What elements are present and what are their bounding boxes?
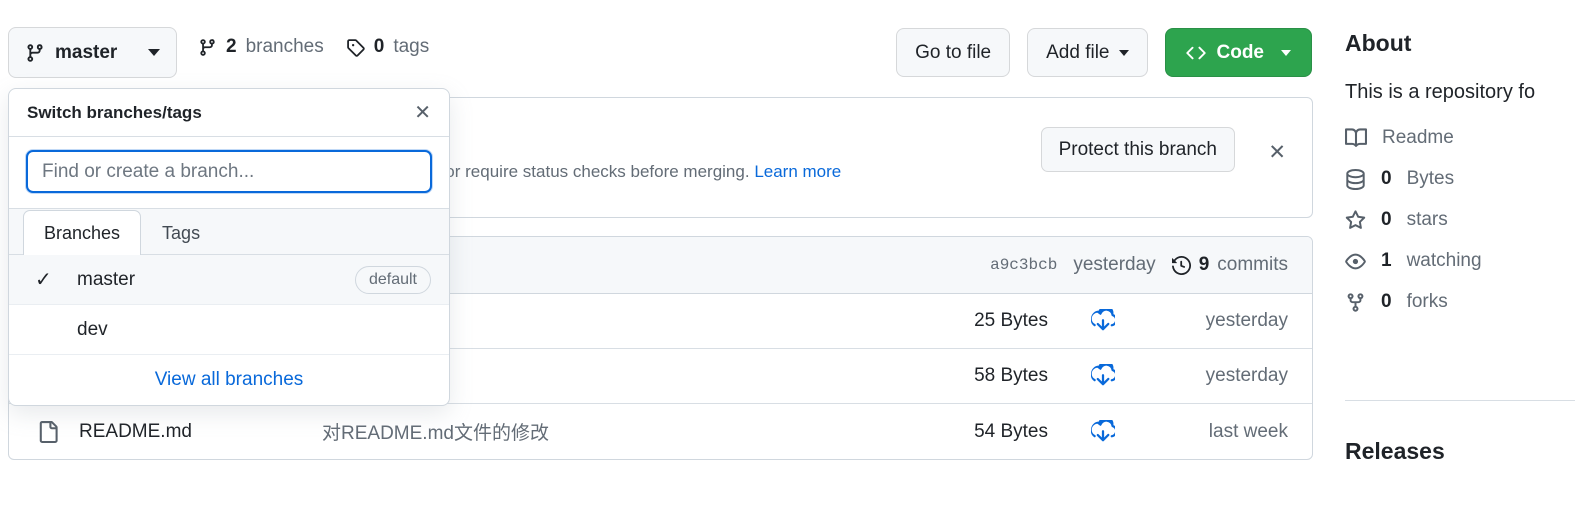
add-file-button[interactable]: Add file [1027, 28, 1148, 77]
forks-unit: forks [1406, 291, 1448, 312]
file-size: 25 Bytes [974, 310, 1048, 331]
chevron-down-icon [1118, 49, 1129, 56]
repo-size[interactable]: 0 Bytes [1345, 168, 1585, 190]
commits-count-label: commits [1217, 254, 1288, 275]
chevron-down-icon [1281, 49, 1291, 56]
repo-description: This is a repository fo [1345, 81, 1536, 103]
tags-count[interactable]: 0 tags [346, 36, 430, 58]
repo-size-value: 0 [1381, 168, 1392, 189]
learn-more-link[interactable]: Learn more [754, 162, 841, 181]
protect-this-branch-button[interactable]: Protect this branch [1040, 127, 1235, 172]
fork-icon [1345, 292, 1366, 313]
banner-subtitle: etion, or require status checks before m… [399, 162, 841, 182]
chevron-down-icon [148, 49, 160, 56]
watchers-value: 1 [1381, 250, 1392, 271]
dropdown-title: Switch branches/tags [27, 102, 202, 122]
branches-count-label: branches [245, 36, 324, 57]
branch-switch-dropdown: Switch branches/tags ✕ Branches Tags ✓ m… [8, 88, 450, 406]
view-all-branches-link[interactable]: View all branches [9, 355, 449, 405]
close-icon[interactable]: ✕ [414, 103, 431, 123]
add-file-label: Add file [1046, 41, 1110, 63]
stars-unit: stars [1406, 209, 1448, 230]
watchers-unit: watching [1406, 250, 1482, 271]
default-badge: default [354, 265, 431, 294]
code-brackets-icon [1185, 43, 1206, 63]
branch-search-input[interactable] [26, 150, 432, 193]
branch-name: dev [77, 318, 108, 340]
branch-item-dev[interactable]: dev [9, 305, 449, 355]
check-icon: ✓ [35, 269, 52, 291]
stars-value: 0 [1381, 209, 1392, 230]
file-name: README.md [79, 420, 192, 442]
commits-count[interactable]: 9 commits [1171, 254, 1288, 276]
banner-close-icon[interactable]: ✕ [1268, 142, 1286, 163]
cloud-download-icon[interactable] [1048, 309, 1158, 333]
tags-count-label: tags [393, 36, 430, 57]
commit-message: 对README.md文件的修改 [322, 423, 549, 444]
file-size: 54 Bytes [974, 420, 1048, 442]
tags-count-value: 0 [373, 36, 385, 57]
tag-icon [346, 38, 365, 57]
repo-size-unit: Bytes [1406, 168, 1455, 189]
branch-item-master[interactable]: ✓ master default [9, 255, 449, 305]
dropdown-header: Switch branches/tags ✕ [9, 89, 449, 137]
code-button[interactable]: Code [1164, 28, 1312, 77]
eye-icon [1345, 251, 1366, 272]
table-row[interactable]: README.md 对README.md文件的修改 54 Bytes last … [9, 404, 1312, 459]
go-to-file-label: Go to file [915, 41, 992, 63]
readme-link[interactable]: Readme [1345, 127, 1585, 149]
git-branch-icon [198, 38, 217, 57]
tab-tags[interactable]: Tags [141, 210, 221, 255]
forks-value: 0 [1381, 291, 1392, 312]
branch-selector-label: master [55, 41, 118, 63]
file-name-cell[interactable]: README.md [37, 420, 322, 443]
go-to-file-button[interactable]: Go to file [896, 28, 1011, 77]
commit-sha[interactable]: a9c3bcb [990, 256, 1057, 274]
commits-count-value: 9 [1198, 254, 1210, 275]
cloud-download-icon[interactable] [1048, 364, 1158, 388]
stars-count[interactable]: 0 stars [1345, 209, 1585, 231]
file-size: 58 Bytes [974, 365, 1048, 386]
file-updated: yesterday [1205, 310, 1288, 331]
dropdown-tabs: Branches Tags [9, 209, 449, 255]
tab-branches[interactable]: Branches [23, 210, 142, 255]
sidebar-divider [1345, 400, 1575, 401]
file-updated: last week [1208, 420, 1288, 442]
database-icon [1345, 168, 1366, 190]
readme-label: Readme [1382, 127, 1454, 148]
protect-button-label: Protect this branch [1058, 138, 1217, 160]
git-branch-icon [25, 43, 45, 63]
repo-actions: Go to file Add file Code [896, 28, 1312, 77]
forks-count[interactable]: 0 forks [1345, 291, 1585, 313]
about-title: About [1345, 30, 1412, 56]
file-updated: yesterday [1205, 365, 1288, 386]
history-icon [1171, 255, 1191, 275]
commit-time: yesterday [1073, 254, 1156, 275]
star-icon [1345, 209, 1366, 231]
cloud-download-icon[interactable] [1048, 419, 1158, 444]
banner-subtitle-text: etion, or require status checks before m… [399, 162, 750, 181]
branches-count[interactable]: 2 branches [198, 36, 324, 58]
code-button-label: Code [1216, 41, 1265, 63]
releases-title: Releases [1345, 438, 1445, 464]
book-icon [1345, 127, 1367, 149]
branches-count-value: 2 [226, 36, 237, 57]
about-sidebar: About This is a repository fo Readme 0 B… [1345, 30, 1585, 313]
dropdown-search-area [9, 137, 449, 209]
branch-selector-button[interactable]: master [8, 27, 177, 78]
repository-page: master 2 branches 0 tags Go to file Add … [0, 0, 1585, 506]
repo-meta-list: Readme 0 Bytes 0 stars 1 watching 0 fork… [1345, 127, 1585, 313]
watchers-count[interactable]: 1 watching [1345, 250, 1585, 272]
repo-counts: 2 branches 0 tags [198, 36, 429, 58]
branch-name: master [77, 268, 136, 290]
file-icon [37, 420, 59, 443]
